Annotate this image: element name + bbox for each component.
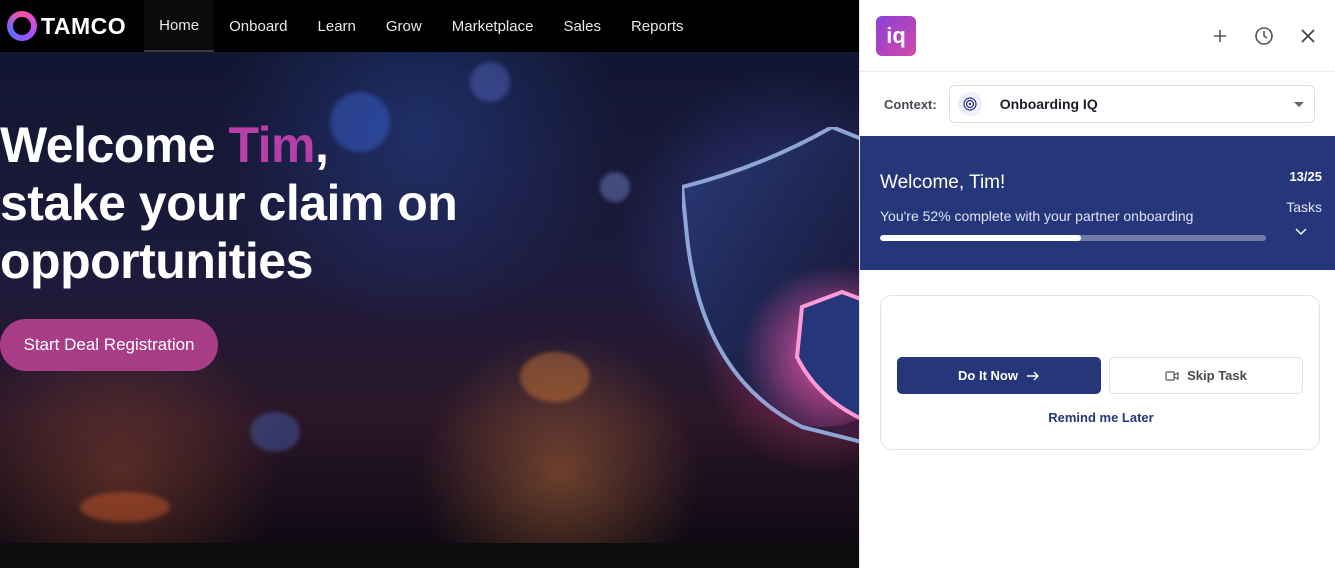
progress-title: Welcome, Tim!: [880, 172, 1006, 193]
logo-text: TAMCO: [41, 12, 127, 39]
hero-title-comma: ,: [315, 117, 329, 173]
nav-item-marketplace[interactable]: Marketplace: [437, 0, 549, 52]
context-dropdown[interactable]: Onboarding IQ: [948, 85, 1315, 123]
nav-item-grow[interactable]: Grow: [371, 0, 437, 52]
context-value: Onboarding IQ: [999, 96, 1098, 112]
onboarding-progress-card: Welcome, Tim! You're 52% complete with y…: [860, 136, 1335, 270]
footer-strip: [0, 543, 859, 568]
bokeh-light: [520, 352, 590, 402]
nav-item-home[interactable]: Home: [144, 0, 215, 52]
hero-title: Welcome Tim, stake your claim on opportu…: [0, 116, 458, 290]
panel-header: iq: [860, 0, 1335, 72]
progress-bar-fill: [880, 235, 1081, 241]
hero-title-name: Tim: [228, 117, 316, 173]
history-icon[interactable]: [1253, 25, 1275, 47]
progress-bar: [880, 235, 1266, 241]
hero-title-line3: opportunities: [0, 233, 313, 289]
tamco-site: TAMCO Home Onboard Learn Grow Marketplac…: [0, 0, 859, 568]
do-it-now-label: Do It Now: [958, 368, 1018, 383]
video-icon: [1165, 370, 1179, 381]
nav-item-onboard[interactable]: Onboard: [214, 0, 302, 52]
nav-item-sales[interactable]: Sales: [548, 0, 616, 52]
top-navigation: TAMCO Home Onboard Learn Grow Marketplac…: [0, 0, 859, 52]
task-count: 13/25: [1289, 169, 1322, 184]
chevron-down-icon[interactable]: [1294, 224, 1308, 238]
iq-assistant-panel: iq Context: Onboarding IQ Welcome, Tim! …: [859, 0, 1335, 568]
plus-icon[interactable]: [1209, 25, 1231, 47]
logo-ring-icon: [7, 11, 37, 41]
nav-item-reports[interactable]: Reports: [616, 0, 699, 52]
nav-item-learn[interactable]: Learn: [303, 0, 371, 52]
bokeh-light: [80, 492, 170, 522]
hero-title-line2: stake your claim on: [0, 175, 458, 231]
skip-task-label: Skip Task: [1187, 368, 1247, 383]
main-nav: Home Onboard Learn Grow Marketplace Sale…: [144, 0, 698, 52]
tamco-logo[interactable]: TAMCO: [7, 11, 126, 41]
bokeh-light: [250, 412, 300, 452]
context-row: Context: Onboarding IQ: [860, 72, 1335, 136]
bokeh-light: [600, 172, 630, 202]
shield-icon: [682, 127, 859, 444]
chevron-down-icon: [1294, 101, 1304, 107]
remind-me-later-link[interactable]: Remind me Later: [881, 410, 1321, 425]
hero-title-prefix: Welcome: [0, 117, 229, 173]
target-icon: [957, 92, 982, 116]
close-icon[interactable]: [1297, 25, 1319, 47]
bokeh-light: [470, 62, 510, 102]
skip-task-button[interactable]: Skip Task: [1109, 357, 1303, 394]
progress-subtitle: You're 52% complete with your partner on…: [880, 208, 1194, 224]
iq-logo: iq: [876, 15, 916, 56]
context-label: Context:: [884, 96, 937, 112]
task-card: Do It Now Skip Task Remind me Later: [880, 295, 1320, 450]
header-actions: [1209, 25, 1319, 47]
do-it-now-button[interactable]: Do It Now: [897, 357, 1101, 394]
task-count-label: Tasks: [1286, 199, 1322, 215]
arrow-right-icon: [1026, 371, 1039, 380]
start-deal-registration-button[interactable]: Start Deal Registration: [0, 319, 218, 371]
